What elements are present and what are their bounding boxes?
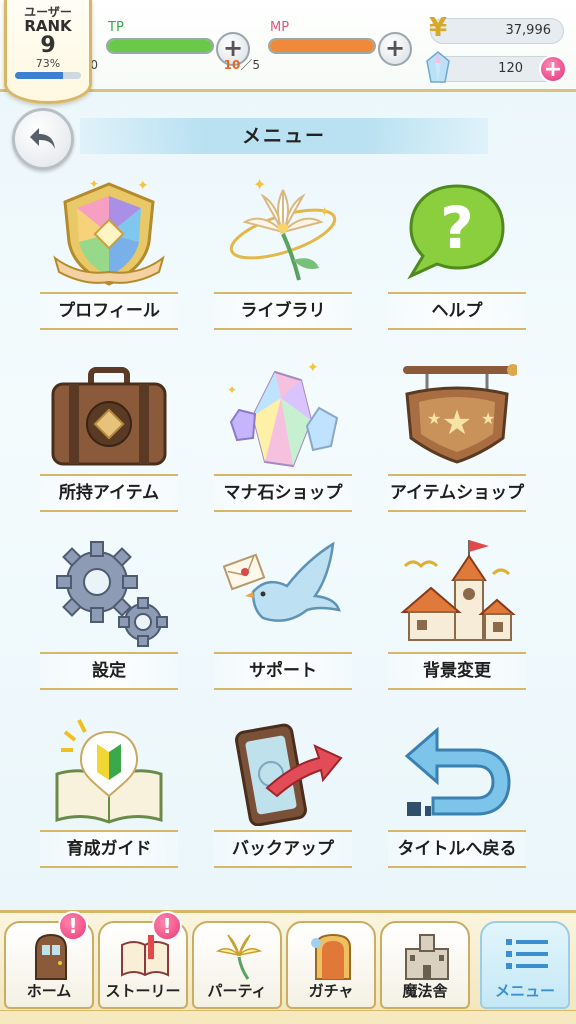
nav-tab-story[interactable]: ストーリー ! bbox=[98, 911, 188, 1009]
shop-sign-icon: ★ ★ ★ bbox=[403, 364, 517, 464]
status-header: ユーザー RANK 9 73% TP 280／100 + MP 10／5 + ¥… bbox=[0, 0, 576, 104]
menu-label: ヘルプ bbox=[388, 292, 526, 330]
svg-text:★: ★ bbox=[427, 409, 441, 428]
rank-progress-fill bbox=[15, 72, 64, 79]
page-title: メニュー bbox=[80, 118, 488, 154]
menu-item-support[interactable]: サポート bbox=[208, 536, 358, 696]
castle-icon bbox=[405, 934, 449, 980]
svg-text:?: ? bbox=[440, 194, 474, 262]
suitcase-icon bbox=[51, 367, 167, 466]
user-rank-badge[interactable]: ユーザー RANK 9 73% bbox=[4, 0, 92, 104]
menu-label: 所持アイテム bbox=[40, 474, 178, 512]
menu-label: 設定 bbox=[40, 652, 178, 690]
svg-text:✦: ✦ bbox=[227, 383, 237, 397]
town-icon bbox=[400, 540, 516, 641]
svg-text:✦: ✦ bbox=[307, 360, 319, 376]
question-bubble-icon: ? bbox=[407, 184, 505, 280]
nav-label: ホーム bbox=[26, 982, 72, 1000]
nav-tab-party[interactable]: パーティ bbox=[192, 921, 282, 1009]
menu-list-icon bbox=[506, 939, 548, 969]
svg-text:✦: ✦ bbox=[137, 178, 149, 194]
menu-item-item-shop[interactable]: ★ ★ ★ アイテムショップ bbox=[382, 358, 532, 518]
lily-flower-icon: ✦✦ bbox=[229, 176, 337, 281]
nav-label: ガチャ bbox=[308, 982, 354, 1000]
menu-label: タイトルへ戻る bbox=[388, 830, 526, 868]
menu-label: バックアップ bbox=[214, 830, 352, 868]
mana-crystal-icon: ✦✦ bbox=[227, 360, 339, 468]
crystal-icon bbox=[423, 51, 453, 87]
nav-label: パーティ bbox=[207, 982, 267, 1000]
mp-track bbox=[268, 38, 376, 54]
rank-progress-text: 73% bbox=[35, 57, 61, 70]
tp-fill bbox=[108, 40, 212, 52]
gem-add-button[interactable]: + bbox=[539, 55, 567, 83]
gacha-gate-icon bbox=[311, 933, 351, 980]
phone-transfer-icon bbox=[235, 723, 343, 826]
menu-label: プロフィール bbox=[40, 292, 178, 330]
nav-tab-gacha[interactable]: ガチャ bbox=[286, 921, 376, 1009]
nav-label: ストーリー bbox=[105, 982, 181, 1000]
menu-label: アイテムショップ bbox=[388, 474, 526, 512]
notification-badge: ! bbox=[58, 911, 88, 941]
coin-counter: ¥ 37,996 bbox=[429, 13, 564, 44]
tp-track bbox=[106, 38, 214, 54]
svg-text:★: ★ bbox=[481, 409, 495, 428]
lily-icon bbox=[215, 934, 263, 980]
menu-item-help[interactable]: ? ヘルプ bbox=[382, 176, 532, 336]
rank-value: 9 bbox=[40, 33, 56, 58]
svg-text:✦: ✦ bbox=[253, 176, 266, 194]
tp-label: TP bbox=[108, 20, 124, 35]
svg-text:✦: ✦ bbox=[89, 177, 99, 191]
yen-icon: ¥ bbox=[428, 13, 448, 43]
back-arrow-icon bbox=[30, 128, 55, 149]
menu-label: サポート bbox=[214, 652, 352, 690]
back-button[interactable] bbox=[12, 108, 74, 170]
mp-max: 5 bbox=[252, 58, 260, 72]
menu-item-background[interactable]: 背景変更 bbox=[382, 536, 532, 696]
menu-item-library[interactable]: ✦ ✦ ライブラリ bbox=[208, 176, 358, 336]
mp-value: 10／5 bbox=[224, 56, 260, 73]
rank-progress-bar bbox=[15, 72, 81, 79]
menu-label: マナ石ショップ bbox=[214, 474, 352, 512]
menu-item-settings[interactable]: 設定 bbox=[34, 536, 184, 696]
menu-item-return-title[interactable]: タイトルへ戻る bbox=[382, 714, 532, 874]
menu-label: ライブラリ bbox=[214, 292, 352, 330]
menu-item-mana-shop[interactable]: ✦ ✦ マナ石ショップ bbox=[208, 358, 358, 518]
gem-value: 120 bbox=[498, 61, 523, 76]
notification-badge: ! bbox=[152, 911, 182, 941]
shield-icon: ✦✦ bbox=[53, 177, 165, 286]
menu-label: 育成ガイド bbox=[40, 830, 178, 868]
mp-label: MP bbox=[270, 20, 290, 35]
nav-tab-home[interactable]: ホーム ! bbox=[4, 911, 94, 1009]
coin-value: 37,996 bbox=[505, 23, 552, 38]
menu-item-guide[interactable]: 育成ガイド bbox=[34, 714, 184, 874]
mp-separator: ／ bbox=[240, 58, 253, 72]
dove-letter-icon bbox=[223, 541, 341, 622]
rank-label: RANK bbox=[24, 17, 72, 35]
menu-item-profile[interactable]: ✦ ✦ プロフィール bbox=[34, 176, 184, 336]
bottom-navigation: ホーム ! ストーリー ! パーティ ガチャ 魔法舎 メニュー bbox=[0, 910, 576, 1024]
menu-item-inventory[interactable]: 所持アイテム bbox=[34, 358, 184, 518]
svg-text:✦: ✦ bbox=[319, 205, 330, 220]
guide-book-icon bbox=[55, 719, 163, 824]
gears-icon bbox=[56, 541, 168, 647]
nav-label: メニュー bbox=[494, 982, 555, 1000]
gem-counter: 120 + bbox=[426, 51, 567, 83]
nav-tab-magic-house[interactable]: 魔法舎 bbox=[380, 921, 470, 1009]
return-arrow-icon bbox=[404, 726, 511, 816]
svg-text:★: ★ bbox=[442, 403, 472, 443]
mp-current: 10 bbox=[223, 58, 241, 72]
menu-item-backup[interactable]: バックアップ bbox=[208, 714, 358, 874]
mp-add-button[interactable]: + bbox=[378, 32, 412, 66]
nav-footer-ornament bbox=[0, 1010, 576, 1024]
nav-label: 魔法舎 bbox=[402, 982, 448, 1000]
nav-tab-menu[interactable]: メニュー bbox=[480, 921, 570, 1009]
menu-label: 背景変更 bbox=[388, 652, 526, 690]
mp-fill bbox=[270, 40, 374, 52]
